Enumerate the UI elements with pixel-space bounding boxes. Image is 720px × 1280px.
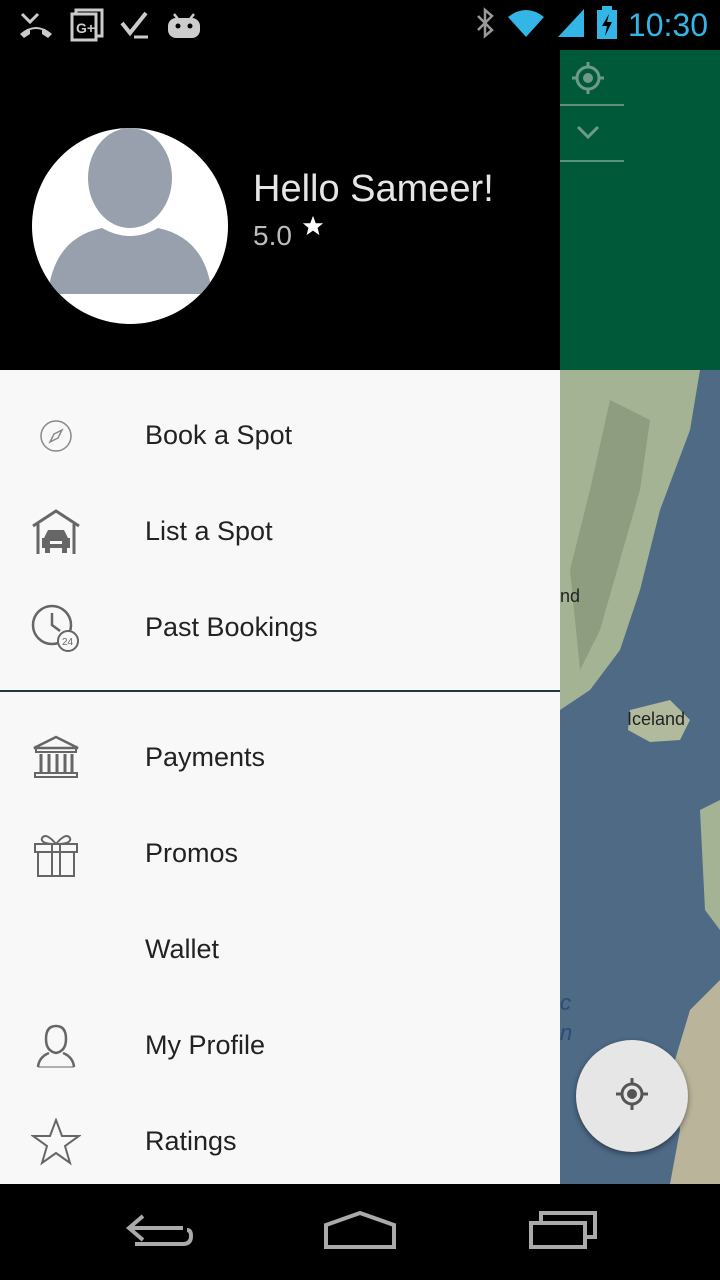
gift-icon xyxy=(28,829,84,879)
google-plus-icon: G+ xyxy=(70,8,104,47)
my-location-button[interactable] xyxy=(576,1040,688,1152)
navigation-drawer[interactable]: Hello Sameer! 5.0 Book a Spot List a Spo… xyxy=(0,50,560,1184)
garage-icon xyxy=(28,507,84,557)
back-icon xyxy=(125,1210,195,1255)
map-label: n xyxy=(560,1020,573,1045)
menu-item-list-a-spot[interactable]: List a Spot xyxy=(0,483,560,579)
svg-text:24: 24 xyxy=(62,637,74,648)
bluetooth-icon xyxy=(474,6,496,45)
menu-item-payments[interactable]: Payments xyxy=(0,709,560,805)
my-location-icon xyxy=(615,1077,649,1116)
menu-label: Payments xyxy=(145,741,266,772)
missed-call-icon xyxy=(18,8,54,47)
menu-item-book-a-spot[interactable]: Book a Spot xyxy=(0,387,560,483)
menu-divider xyxy=(0,690,560,692)
menu-item-promos[interactable]: Promos xyxy=(0,805,560,901)
menu-item-my-profile[interactable]: My Profile xyxy=(0,997,560,1093)
android-icon xyxy=(166,10,202,45)
greeting-text: Hello Sameer! xyxy=(253,168,494,210)
compass-icon xyxy=(28,411,84,461)
menu-item-wallet[interactable]: Wallet xyxy=(0,901,560,997)
chevron-down-icon[interactable] xyxy=(576,122,600,142)
menu-label: Book a Spot xyxy=(145,419,293,450)
user-rating: 5.0 xyxy=(253,215,324,252)
back-button[interactable] xyxy=(115,1204,205,1260)
drawer-header: Hello Sameer! 5.0 xyxy=(0,50,560,370)
map-label: c xyxy=(560,990,571,1015)
star-icon xyxy=(302,215,324,250)
menu-item-ratings[interactable]: Ratings xyxy=(0,1093,560,1184)
home-button[interactable] xyxy=(315,1204,405,1260)
signal-icon xyxy=(556,7,586,44)
menu-label: My Profile xyxy=(145,1029,266,1060)
menu-item-past-bookings[interactable]: 24 Past Bookings xyxy=(0,579,560,675)
menu-label: Wallet xyxy=(145,933,220,964)
svg-text:G+: G+ xyxy=(76,20,95,36)
menu-label: Promos xyxy=(145,837,239,868)
map-label: Iceland xyxy=(627,709,686,729)
rating-value: 5.0 xyxy=(253,220,292,251)
star-outline-icon xyxy=(28,1117,84,1167)
home-icon xyxy=(322,1209,398,1256)
user-icon xyxy=(28,1021,84,1071)
locate-icon[interactable] xyxy=(570,60,606,96)
system-nav-bar xyxy=(0,1184,720,1280)
wifi-icon xyxy=(506,7,546,44)
recents-icon xyxy=(527,1209,599,1256)
bank-icon xyxy=(28,733,84,783)
checkmark-task-icon xyxy=(120,9,150,46)
menu-label: Past Bookings xyxy=(145,611,318,642)
clock-24-icon: 24 xyxy=(28,603,84,653)
avatar[interactable] xyxy=(32,128,228,324)
menu-label: Ratings xyxy=(145,1125,237,1156)
map-label: nd xyxy=(560,586,581,606)
menu-label: List a Spot xyxy=(145,515,273,546)
battery-charging-icon xyxy=(596,6,618,45)
recents-button[interactable] xyxy=(518,1204,608,1260)
status-bar: G+ 10:30 xyxy=(0,0,720,50)
status-time: 10:30 xyxy=(627,7,708,43)
